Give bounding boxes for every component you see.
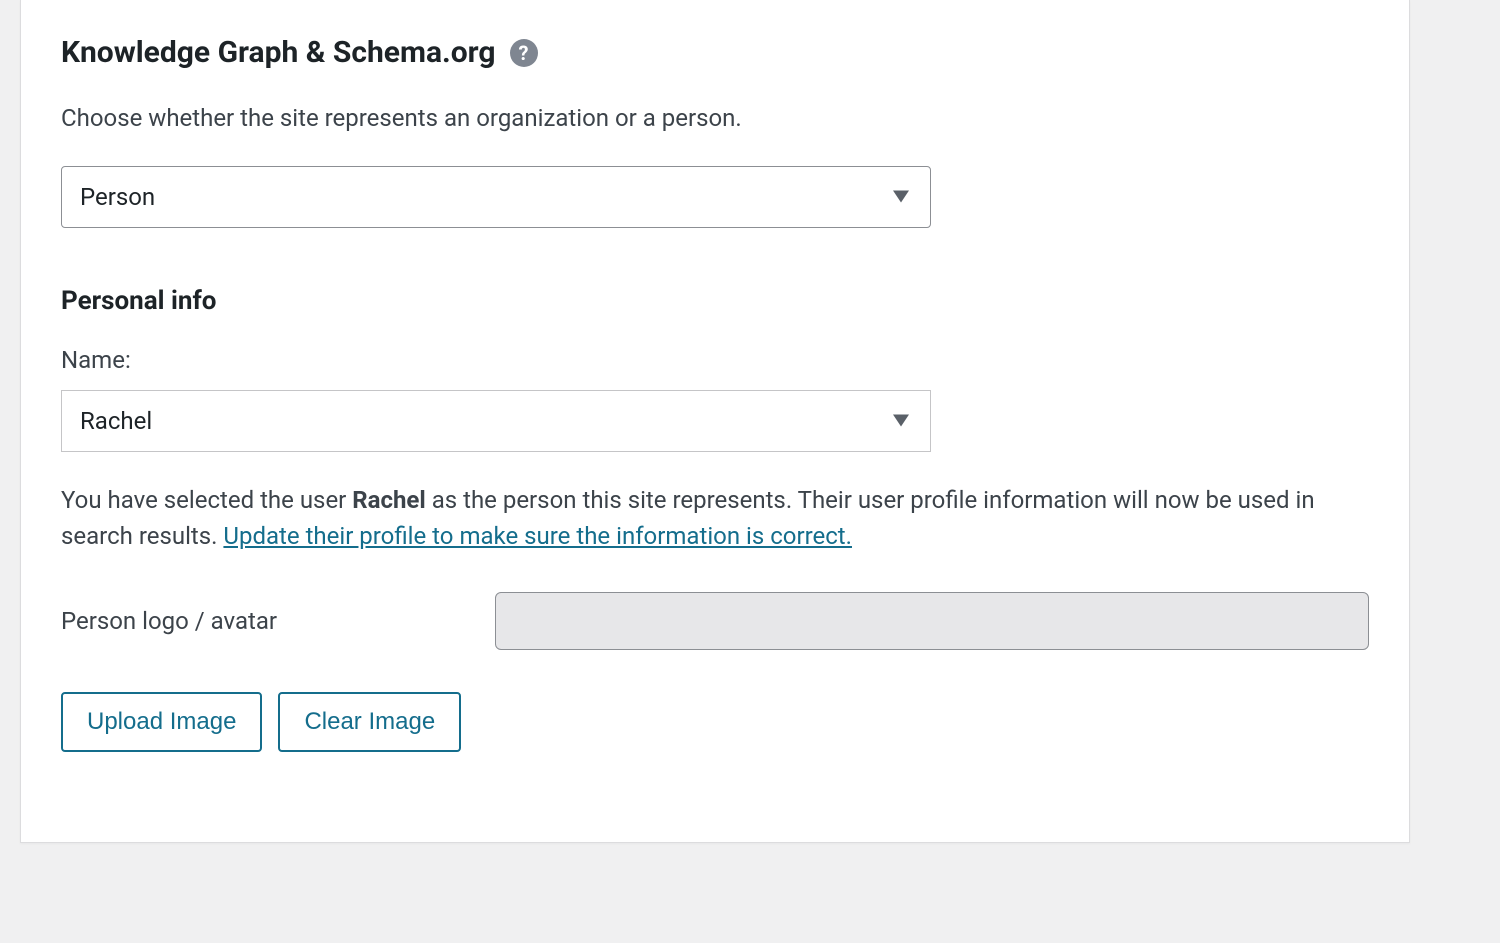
personal-info-heading: Personal info	[61, 286, 1369, 316]
avatar-row: Person logo / avatar	[61, 592, 1369, 650]
avatar-label: Person logo / avatar	[61, 607, 465, 635]
selected-user-info: You have selected the user Rachel as the…	[61, 482, 1369, 554]
selected-user-name: Rachel	[352, 486, 425, 514]
panel-title: Knowledge Graph & Schema.org	[61, 35, 496, 70]
entity-type-select[interactable]: Person	[61, 166, 931, 228]
clear-image-button[interactable]: Clear Image	[278, 692, 461, 752]
person-name-select[interactable]: Rachel	[61, 390, 931, 452]
person-name-value: Rachel	[61, 390, 931, 452]
info-text-prefix: You have selected the user	[61, 486, 352, 514]
settings-panel: Knowledge Graph & Schema.org ? Choose wh…	[20, 0, 1410, 843]
button-row: Upload Image Clear Image	[61, 692, 1369, 752]
help-icon[interactable]: ?	[510, 39, 538, 67]
panel-helper-text: Choose whether the site represents an or…	[61, 100, 1369, 136]
avatar-input[interactable]	[495, 592, 1369, 650]
upload-image-button[interactable]: Upload Image	[61, 692, 262, 752]
update-profile-link[interactable]: Update their profile to make sure the in…	[223, 522, 852, 550]
name-label: Name:	[61, 346, 1369, 374]
panel-heading: Knowledge Graph & Schema.org ?	[61, 35, 1369, 70]
entity-type-value: Person	[61, 166, 931, 228]
